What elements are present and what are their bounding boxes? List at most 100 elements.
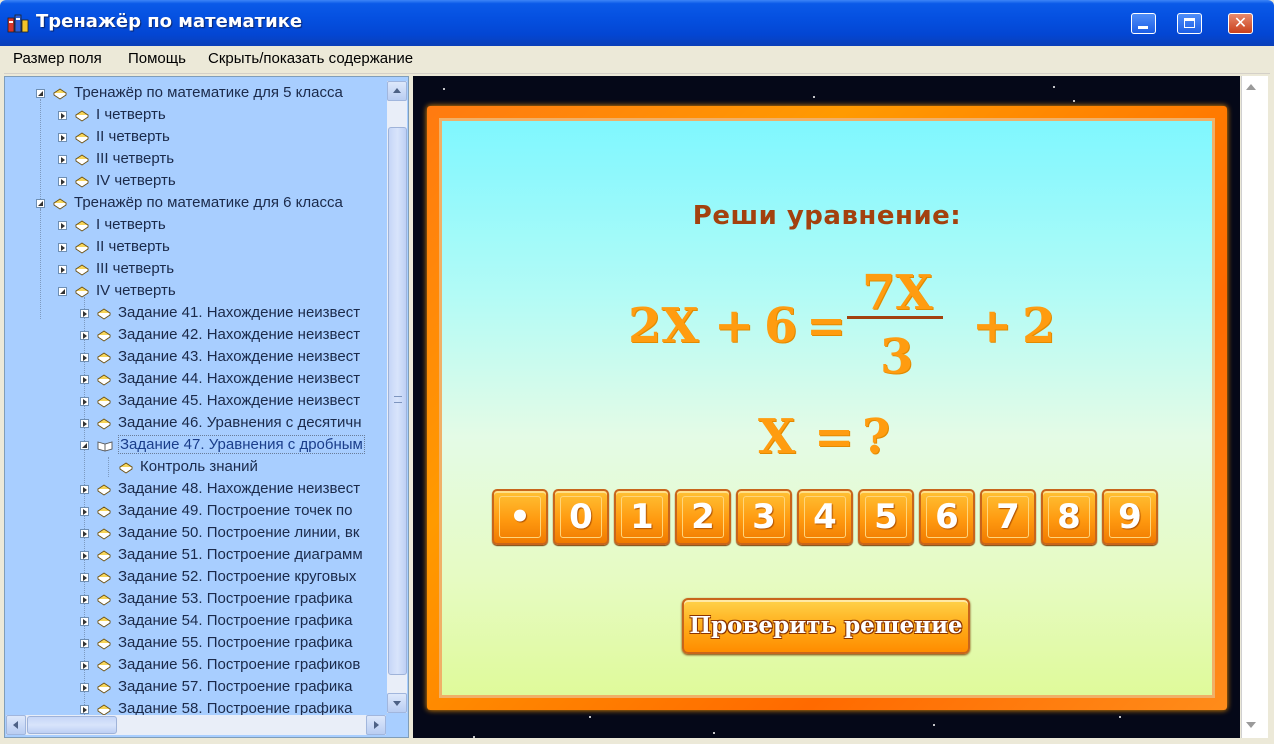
tree-item[interactable]: Задание 45. Нахождение неизвест <box>5 391 385 413</box>
tree-item[interactable]: Задание 55. Построение графика <box>5 633 385 655</box>
decimal-point-button[interactable]: • <box>492 489 548 545</box>
expand-toggle-icon[interactable] <box>36 89 45 98</box>
tree-horizontal-scrollbar[interactable] <box>6 715 386 735</box>
scroll-thumb[interactable] <box>388 127 407 675</box>
tree-item[interactable]: Задание 48. Нахождение неизвест <box>5 479 385 501</box>
hscroll-thumb[interactable] <box>27 716 117 734</box>
expand-toggle-icon[interactable] <box>80 573 89 582</box>
expand-toggle-icon[interactable] <box>58 221 67 230</box>
answer-variable: X <box>758 409 796 465</box>
content-vertical-scrollbar[interactable] <box>1241 76 1268 738</box>
tree-item-selected[interactable]: Задание 47. Уравнения с дробным <box>5 435 385 457</box>
tree-item[interactable]: Задание 51. Построение диаграмм <box>5 545 385 567</box>
tree-item[interactable]: IV четверть <box>5 171 385 193</box>
expand-toggle-icon[interactable] <box>58 177 67 186</box>
tree-item-label: Тренажёр по математике для 6 класса <box>74 194 343 211</box>
digit-1-button[interactable]: 1 <box>614 489 670 545</box>
book-icon <box>97 328 111 342</box>
expand-toggle-icon[interactable] <box>58 155 67 164</box>
tree-item[interactable]: Задание 53. Построение графика <box>5 589 385 611</box>
digit-4-button[interactable]: 4 <box>797 489 853 545</box>
expand-toggle-icon[interactable] <box>58 133 67 142</box>
expand-toggle-icon[interactable] <box>58 243 67 252</box>
tree-item[interactable]: Задание 44. Нахождение неизвест <box>5 369 385 391</box>
tree-item-label: Задание 53. Построение графика <box>118 590 353 607</box>
book-icon <box>75 262 89 276</box>
expand-toggle-icon[interactable] <box>80 551 89 560</box>
expand-toggle-icon[interactable] <box>80 331 89 340</box>
scroll-right-button[interactable] <box>366 715 386 735</box>
maximize-button[interactable] <box>1177 13 1202 34</box>
digit-6-button[interactable]: 6 <box>919 489 975 545</box>
scroll-up-button[interactable] <box>387 81 407 101</box>
tree-item[interactable]: III четверть <box>5 259 385 281</box>
content-scroll-up-button[interactable] <box>1246 84 1256 90</box>
digit-label: 5 <box>874 497 898 537</box>
expand-toggle-icon[interactable] <box>80 661 89 670</box>
expand-toggle-icon[interactable] <box>80 639 89 648</box>
menu-bar: Размер поля Помощь Скрыть/показать содер… <box>4 46 1270 74</box>
expand-toggle-icon[interactable] <box>58 111 67 120</box>
tree-item[interactable]: III четверть <box>5 149 385 171</box>
digit-8-button[interactable]: 8 <box>1041 489 1097 545</box>
digit-9-button[interactable]: 9 <box>1102 489 1158 545</box>
book-icon <box>97 570 111 584</box>
expand-toggle-icon[interactable] <box>36 199 45 208</box>
expand-toggle-icon[interactable] <box>80 419 89 428</box>
digit-0-button[interactable]: 0 <box>553 489 609 545</box>
tree-item[interactable]: I четверть <box>5 215 385 237</box>
expand-toggle-icon[interactable] <box>80 507 89 516</box>
tree-vertical-scrollbar[interactable] <box>387 81 407 713</box>
expand-toggle-icon[interactable] <box>58 287 67 296</box>
tree-item[interactable]: Задание 50. Построение линии, вк <box>5 523 385 545</box>
tree-item[interactable]: Тренажёр по математике для 6 класса <box>5 193 385 215</box>
digit-label: 1 <box>630 497 654 537</box>
expand-toggle-icon[interactable] <box>80 397 89 406</box>
expand-toggle-icon[interactable] <box>58 265 67 274</box>
tree-item[interactable]: Контроль знаний <box>5 457 385 479</box>
title-bar[interactable]: Тренажёр по математике ✕ <box>0 0 1274 46</box>
digit-7-button[interactable]: 7 <box>980 489 1036 545</box>
expand-toggle-icon[interactable] <box>80 595 89 604</box>
tree-item[interactable]: Задание 56. Построение графиков <box>5 655 385 677</box>
menu-help[interactable]: Помощь <box>128 50 186 67</box>
equation-lhs-term: 2X <box>628 298 699 354</box>
tree-item[interactable]: I четверть <box>5 105 385 127</box>
content-scroll-down-button[interactable] <box>1246 722 1256 728</box>
digit-5-button[interactable]: 5 <box>858 489 914 545</box>
tree-item[interactable]: II четверть <box>5 237 385 259</box>
expand-toggle-icon[interactable] <box>80 683 89 692</box>
tree-item[interactable]: Задание 46. Уравнения с десятичн <box>5 413 385 435</box>
tree-item[interactable]: Задание 52. Построение круговых <box>5 567 385 589</box>
tree-item[interactable]: Задание 57. Построение графика <box>5 677 385 699</box>
scroll-left-button[interactable] <box>6 715 26 735</box>
menu-field-size[interactable]: Размер поля <box>13 50 102 67</box>
close-button[interactable]: ✕ <box>1228 13 1253 34</box>
tree-item[interactable]: IV четверть <box>5 281 385 303</box>
tree-item[interactable]: Тренажёр по математике для 5 класса <box>5 83 385 105</box>
contents-tree[interactable]: Тренажёр по математике для 5 класса I чет… <box>4 76 409 738</box>
tree-item[interactable]: Задание 41. Нахождение неизвест <box>5 303 385 325</box>
tree-item[interactable]: Задание 42. Нахождение неизвест <box>5 325 385 347</box>
minimize-button[interactable] <box>1131 13 1156 34</box>
digit-3-button[interactable]: 3 <box>736 489 792 545</box>
equation-numerator: 7X <box>862 265 933 321</box>
scroll-down-button[interactable] <box>387 693 407 713</box>
menu-toggle-contents[interactable]: Скрыть/показать содержание <box>208 50 413 67</box>
expand-toggle-icon[interactable] <box>80 529 89 538</box>
expand-toggle-icon[interactable] <box>80 353 89 362</box>
tree-item[interactable]: Задание 43. Нахождение неизвест <box>5 347 385 369</box>
tree-item[interactable]: Задание 49. Построение точек по <box>5 501 385 523</box>
check-solution-button[interactable]: Проверить решение <box>682 598 970 654</box>
expand-toggle-icon[interactable] <box>80 617 89 626</box>
expand-toggle-icon[interactable] <box>80 705 89 714</box>
expand-toggle-icon[interactable] <box>80 441 89 450</box>
digit-2-button[interactable]: 2 <box>675 489 731 545</box>
book-icon <box>75 108 89 122</box>
tree-item[interactable]: Задание 54. Построение графика <box>5 611 385 633</box>
star-decoration <box>933 724 935 726</box>
expand-toggle-icon[interactable] <box>80 375 89 384</box>
expand-toggle-icon[interactable] <box>80 309 89 318</box>
tree-item[interactable]: II четверть <box>5 127 385 149</box>
expand-toggle-icon[interactable] <box>80 485 89 494</box>
